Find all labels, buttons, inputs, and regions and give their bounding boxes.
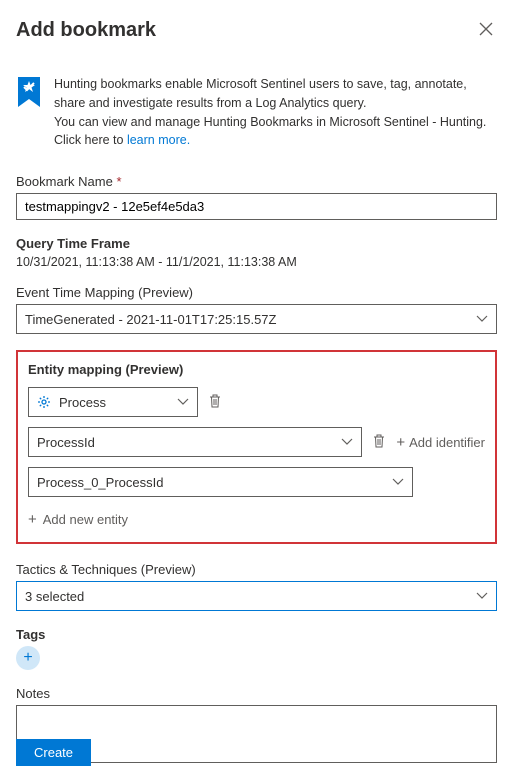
tactics-label: Tactics & Techniques (Preview)	[16, 562, 497, 577]
delete-entity-button[interactable]	[206, 392, 224, 413]
bookmark-icon	[16, 77, 42, 150]
add-tag-button[interactable]: +	[16, 646, 40, 670]
identifier-select[interactable]: ProcessId	[28, 427, 362, 457]
panel-title: Add bookmark	[16, 19, 156, 42]
tactics-group: Tactics & Techniques (Preview) 3 selecte…	[16, 562, 497, 611]
learn-more-link[interactable]: learn more.	[127, 133, 190, 147]
trash-icon	[208, 394, 222, 408]
entity-mapping-label: Entity mapping (Preview)	[28, 362, 485, 377]
bookmark-name-label: Bookmark Name *	[16, 174, 497, 189]
close-icon	[479, 22, 493, 36]
event-time-mapping-select[interactable]: TimeGenerated - 2021-11-01T17:25:15.57Z	[16, 304, 497, 334]
chevron-down-icon	[476, 312, 488, 326]
entity-mapping-section: Entity mapping (Preview) Process Process…	[16, 350, 497, 544]
add-identifier-button[interactable]: + Add identifier	[396, 434, 485, 451]
add-new-entity-button[interactable]: + Add new entity	[28, 511, 485, 528]
plus-icon: +	[23, 649, 32, 667]
panel-header: Add bookmark	[16, 16, 497, 45]
event-time-mapping-group: Event Time Mapping (Preview) TimeGenerat…	[16, 285, 497, 334]
tags-group: Tags +	[16, 627, 497, 670]
create-button[interactable]: Create	[16, 739, 91, 766]
info-block: Hunting bookmarks enable Microsoft Senti…	[16, 75, 497, 150]
bookmark-name-input[interactable]	[16, 193, 497, 220]
query-time-frame-group: Query Time Frame 10/31/2021, 11:13:38 AM…	[16, 236, 497, 269]
delete-identifier-button[interactable]	[370, 432, 388, 453]
plus-icon: +	[28, 511, 37, 528]
chevron-down-icon	[392, 475, 404, 489]
plus-icon: +	[396, 434, 405, 451]
bookmark-name-group: Bookmark Name *	[16, 174, 497, 220]
chevron-down-icon	[341, 435, 353, 449]
chevron-down-icon	[177, 395, 189, 409]
query-time-frame-label: Query Time Frame	[16, 236, 497, 251]
notes-label: Notes	[16, 686, 497, 701]
entity-type-select[interactable]: Process	[28, 387, 198, 417]
footer: Create	[16, 739, 91, 766]
info-text: Hunting bookmarks enable Microsoft Senti…	[54, 75, 497, 150]
identifier-value-select[interactable]: Process_0_ProcessId	[28, 467, 413, 497]
tags-label: Tags	[16, 627, 497, 642]
event-time-mapping-label: Event Time Mapping (Preview)	[16, 285, 497, 300]
gear-icon	[37, 395, 51, 409]
trash-icon	[372, 434, 386, 448]
tactics-select[interactable]: 3 selected	[16, 581, 497, 611]
query-time-frame-value: 10/31/2021, 11:13:38 AM - 11/1/2021, 11:…	[16, 255, 497, 269]
close-button[interactable]	[475, 16, 497, 45]
chevron-down-icon	[476, 589, 488, 603]
